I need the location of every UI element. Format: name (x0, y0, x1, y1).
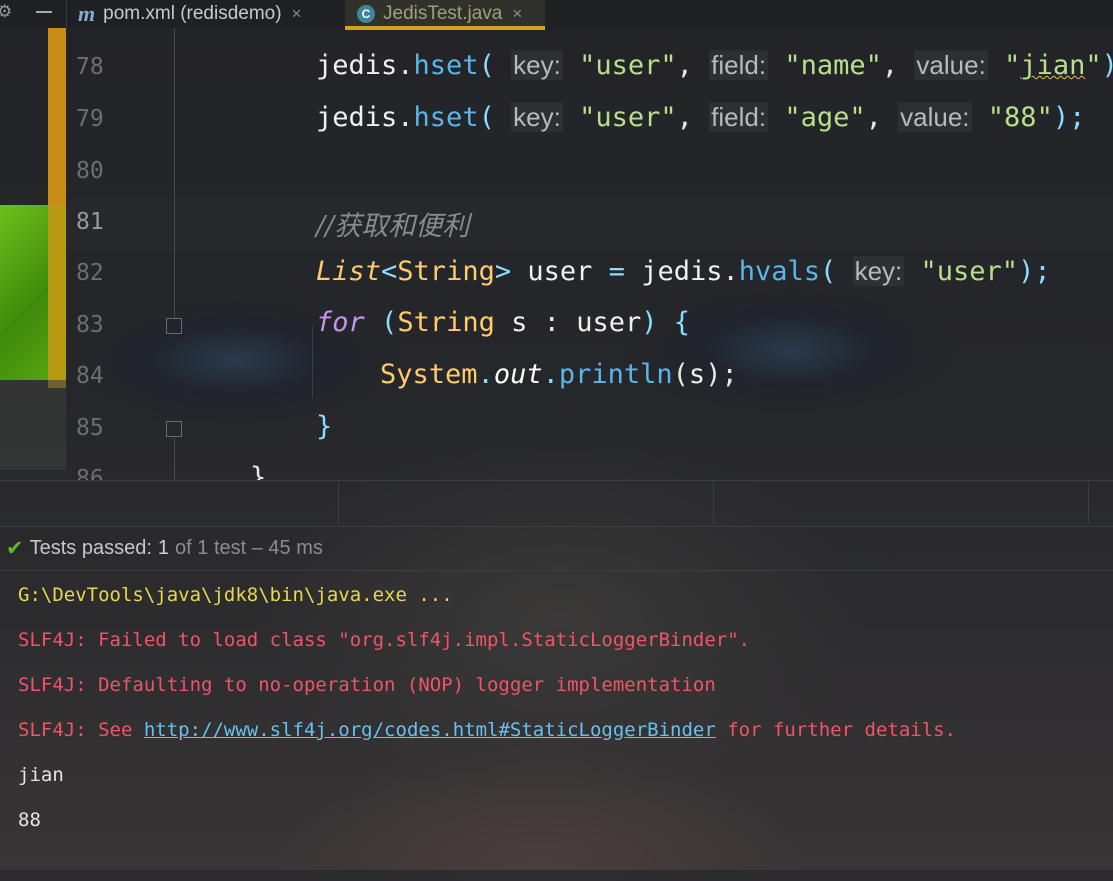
run-panel-toolbar (0, 480, 1113, 527)
check-icon: ✔ (6, 536, 24, 560)
console-line-error: SLF4J: Failed to load class "org.slf4j.i… (18, 629, 751, 651)
fold-guide (174, 438, 175, 480)
fold-guide (174, 28, 175, 318)
tab-pom-xml[interactable]: m pom.xml (redisdemo) × (78, 0, 342, 28)
code-line-81: //获取和便利 (316, 211, 470, 242)
line-number: 79 (76, 106, 104, 132)
console-link[interactable]: http://www.slf4j.org/codes.html#StaticLo… (144, 719, 716, 741)
typo-warning: jian (1020, 50, 1086, 81)
code-editor[interactable]: 78 79 80 81 82 83 84 85 86 jedis.hset( k… (66, 28, 1113, 480)
fold-icon[interactable] (166, 421, 182, 437)
test-status-bar: ✔ Tests passed: 1 of 1 test – 45 ms (0, 526, 1113, 571)
console-line-error: SLF4J: Defaulting to no-operation (NOP) … (18, 674, 716, 696)
active-tab-indicator (345, 26, 545, 30)
console-line-output: jian (18, 764, 64, 786)
editor-tab-bar: ⚙ m pom.xml (redisdemo) × C JedisTest.ja… (0, 0, 1113, 28)
line-number: 84 (76, 363, 104, 389)
tab-label: JedisTest.java (383, 3, 503, 24)
param-hint: key: (511, 50, 563, 80)
tab-jedistest-java[interactable]: C JedisTest.java × (345, 0, 545, 28)
panel-separator (338, 482, 339, 524)
current-line-highlight (66, 199, 1113, 251)
close-icon[interactable]: × (292, 4, 302, 24)
param-hint: key: (511, 102, 563, 132)
tab-separator (66, 0, 67, 28)
console-output[interactable]: G:\DevTools\java\jdk8\bin\java.exe ... S… (18, 580, 956, 850)
panel-separator (713, 482, 714, 524)
console-line-command: G:\DevTools\java\jdk8\bin\java.exe ... (18, 584, 453, 606)
param-hint: key: (852, 256, 905, 286)
code-line-84: System.out.println(s); (380, 359, 738, 390)
line-number: 82 (76, 260, 104, 286)
bottom-tool-strip (0, 870, 1113, 881)
code-line-79: jedis.hset( key: "user", field: "age", v… (316, 102, 1086, 133)
test-status-label: Tests passed: (29, 536, 152, 559)
line-number: 80 (76, 158, 104, 184)
line-number: 86 (76, 466, 104, 480)
gear-icon[interactable]: ⚙ (0, 3, 12, 23)
line-number: 83 (76, 312, 104, 338)
test-passed-count: 1 (157, 536, 170, 559)
maven-file-icon: m (78, 1, 96, 26)
java-class-icon: C (357, 5, 375, 23)
param-hint: field: (709, 102, 769, 132)
param-hint: value: (898, 102, 972, 132)
minimize-icon[interactable] (36, 11, 52, 13)
code-line-85: } (316, 411, 333, 442)
tab-label: pom.xml (redisdemo) (103, 3, 282, 24)
indent-guide (312, 326, 313, 398)
code-line-78: jedis.hset( key: "user", field: "name", … (316, 50, 1113, 81)
line-number: 78 (76, 54, 104, 80)
test-summary: of 1 test – 45 ms (175, 536, 323, 559)
side-panel (0, 380, 66, 470)
console-line-output: 88 (18, 809, 41, 831)
panel-separator (1088, 482, 1089, 524)
line-number: 85 (76, 415, 104, 441)
line-number: 81 (76, 209, 104, 235)
code-line-82: List<String> user = jedis.hvals( key: "u… (316, 256, 1051, 287)
console-line-error: SLF4J: See http://www.slf4j.org/codes.ht… (18, 719, 957, 741)
change-marker-bar-active (48, 205, 66, 388)
side-panel-artwork (0, 205, 48, 380)
code-line-86: } (250, 462, 267, 480)
fold-icon[interactable] (166, 318, 182, 334)
code-line-83: for (String s : user) { (316, 307, 691, 338)
param-hint: value: (914, 50, 988, 80)
param-hint: field: (709, 50, 769, 80)
close-icon[interactable]: × (512, 4, 522, 24)
